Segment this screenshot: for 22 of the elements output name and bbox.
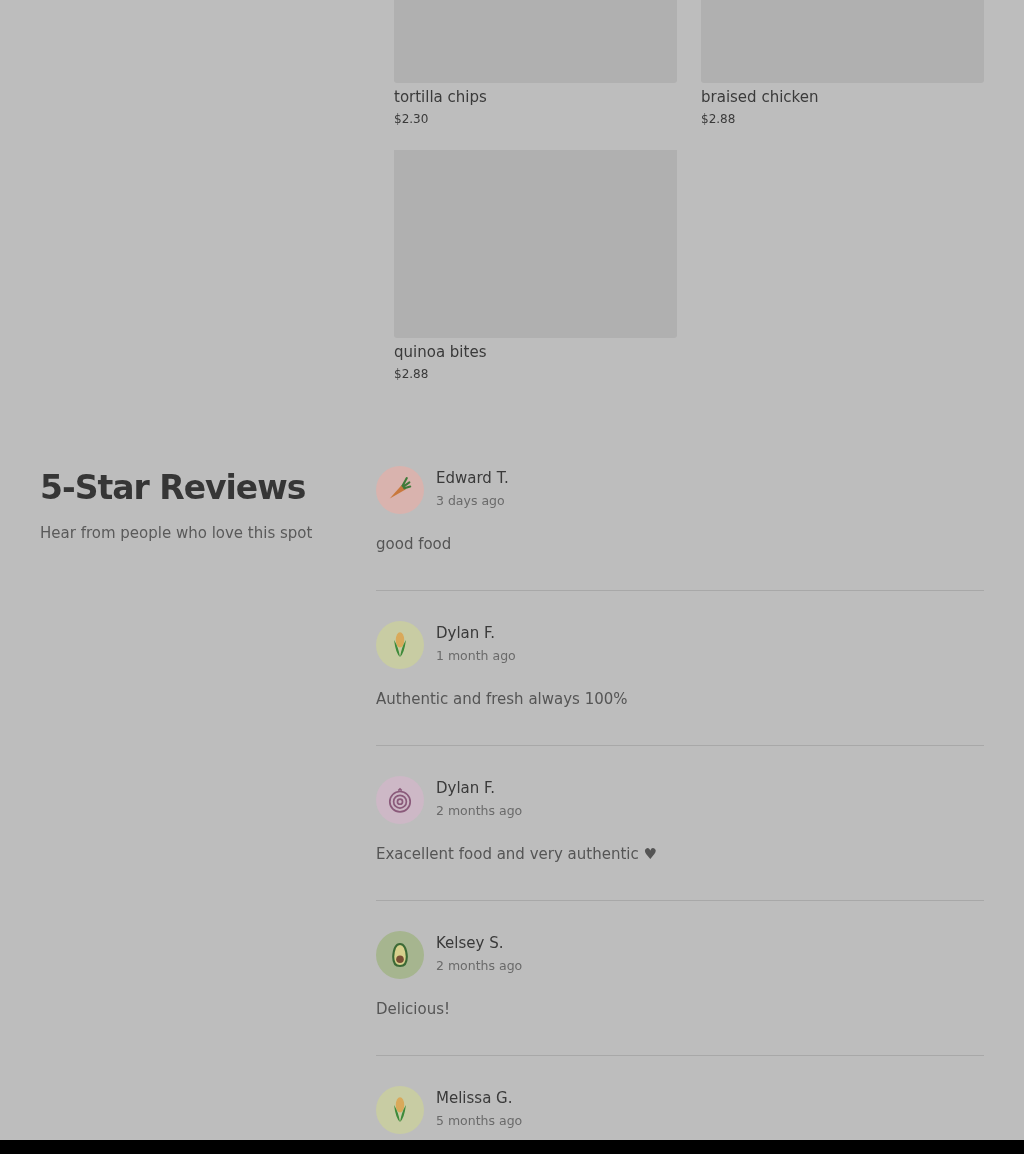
review-text: Exacellent food and very authentic ♥ <box>376 844 658 864</box>
product-price: $2.88 <box>394 366 430 382</box>
product-price: $2.30 <box>394 111 430 127</box>
reviewer-name: Edward T. <box>436 468 509 489</box>
reviewer-name: Dylan F. <box>436 623 497 644</box>
review-time: 1 month ago <box>436 647 516 665</box>
product-price: $2.88 <box>701 111 737 127</box>
reviewer-name: Melissa G. <box>436 1088 514 1109</box>
review-time: 5 months ago <box>436 1112 523 1130</box>
reviewer-name: Dylan F. <box>436 778 497 799</box>
review-text: Authentic and fresh always 100% <box>376 689 629 709</box>
review-text: good food <box>376 534 453 554</box>
product-name: braised chicken <box>701 87 820 107</box>
reviewer-name: Kelsey S. <box>436 933 505 954</box>
section-subtitle: Hear from people who love this spot <box>40 524 314 542</box>
review-time: 2 months ago <box>436 802 523 820</box>
review-text: Delicious! <box>376 999 452 1019</box>
review-time: 2 months ago <box>436 957 523 975</box>
product-name: quinoa bites <box>394 342 488 362</box>
review-time: 3 days ago <box>436 492 506 510</box>
section-heading: 5-Star Reviews <box>40 468 307 508</box>
product-name: tortilla chips <box>394 87 488 107</box>
